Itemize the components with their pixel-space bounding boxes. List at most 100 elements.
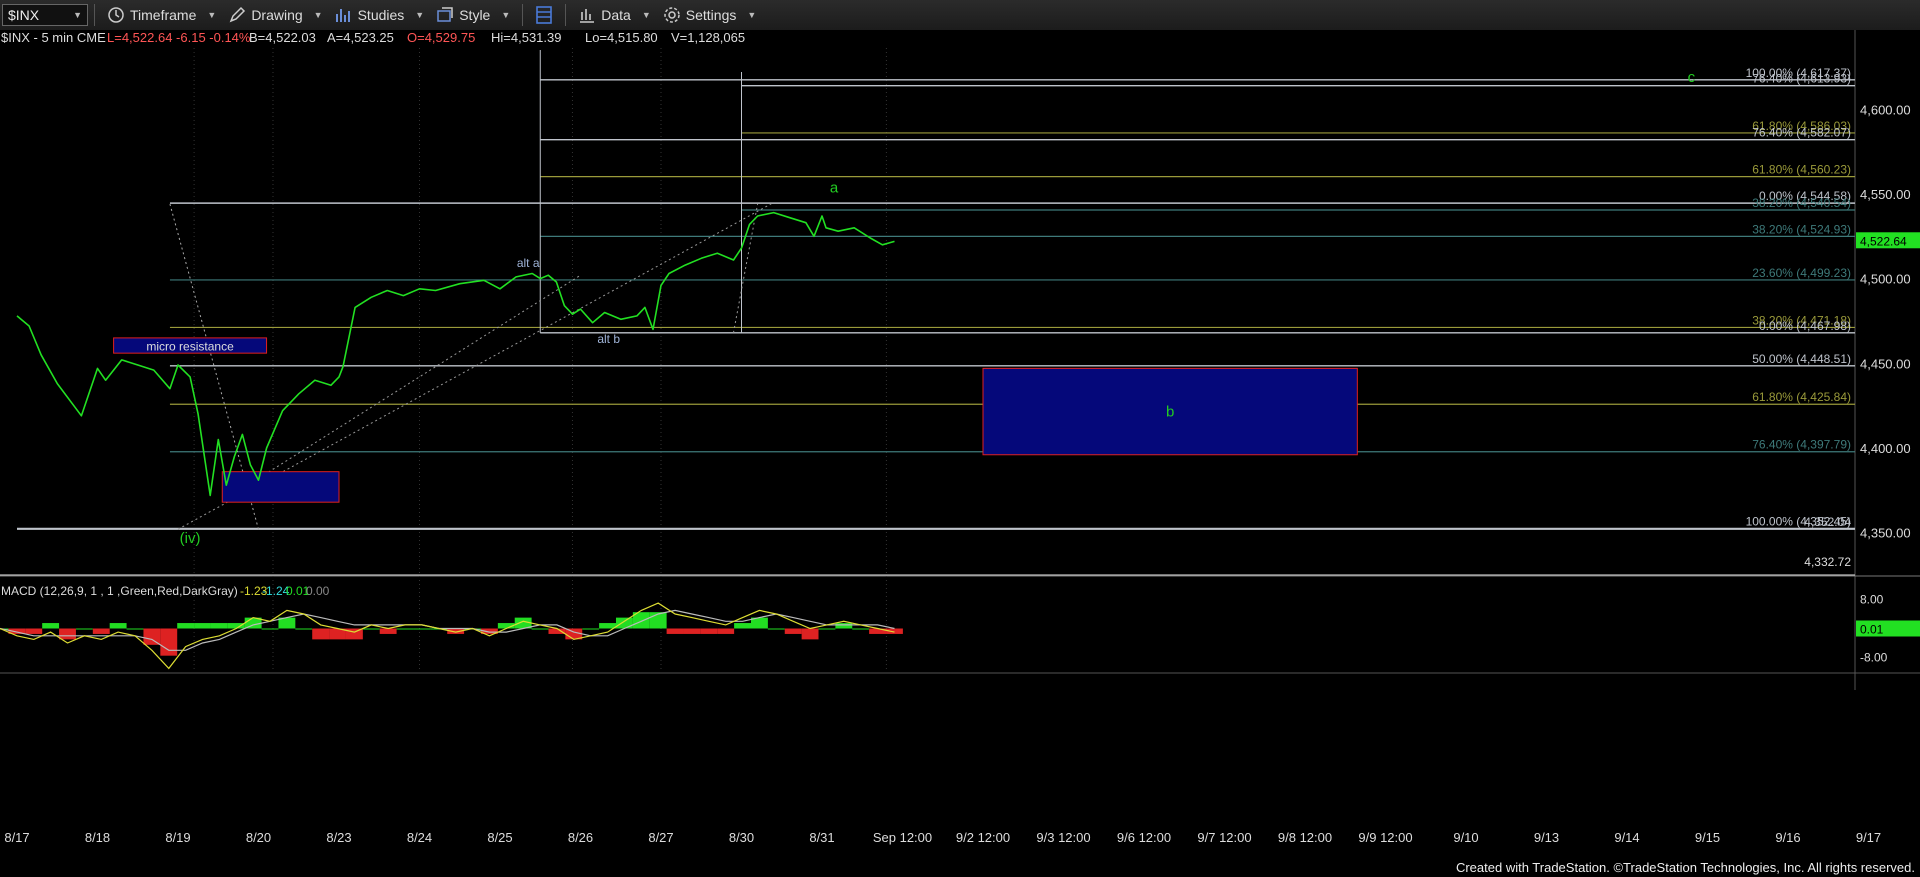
macd-histogram-bar (683, 628, 701, 634)
macd-histogram-bar (75, 628, 93, 630)
layout-button[interactable] (529, 3, 559, 27)
studies-button[interactable]: Studies ▼ (329, 3, 431, 27)
time-tick-label: 8/24 (407, 830, 432, 845)
price-tick-label: 4,400.00 (1860, 441, 1911, 456)
chevron-down-icon: ▼ (641, 10, 651, 20)
macd-histogram-bar (227, 623, 245, 629)
chevron-down-icon: ▼ (73, 10, 82, 20)
macd-histogram-bar (261, 628, 279, 630)
wave-annotation: (iv) (180, 530, 201, 547)
macd-histogram-bar (548, 628, 566, 634)
macd-histogram-bar (717, 628, 735, 634)
box-label: micro resistance (146, 340, 234, 354)
time-tick-label: 8/27 (648, 830, 673, 845)
chevron-down-icon: ▼ (747, 10, 757, 20)
footer-credit: Created with TradeStation. ©TradeStation… (1455, 860, 1915, 875)
time-tick-label: 8/23 (326, 830, 351, 845)
macd-histogram-bar (126, 628, 144, 630)
macd-value: 0.00 (306, 584, 330, 598)
wave-annotation: alt b (597, 332, 620, 346)
macd-histogram-bar (396, 628, 414, 630)
time-tick-label: 8/18 (85, 830, 110, 845)
style-label: Style (459, 7, 491, 23)
macd-tick-label: 8.00 (1860, 593, 1884, 607)
fib-level-label: 76.40% (4,613.93) (1752, 72, 1851, 86)
fib-level-label: 76.40% (4,582.07) (1752, 126, 1851, 140)
macd-histogram-bar (582, 628, 600, 630)
settings-button[interactable]: Settings ▼ (657, 3, 763, 27)
header-high: Hi=4,531.39 (491, 30, 561, 45)
drawing-label: Drawing (251, 7, 303, 23)
macd-histogram-bar (92, 628, 110, 634)
symbol-input[interactable]: $INX ▼ (2, 4, 88, 26)
style-button[interactable]: Style ▼ (430, 3, 516, 27)
time-tick-label: 8/17 (4, 830, 29, 845)
macd-histogram-bar (413, 628, 431, 630)
macd-histogram-bar (194, 623, 211, 629)
wave-annotation: c (1688, 69, 1696, 86)
chevron-down-icon: ▼ (415, 10, 425, 20)
fib-level-label: 50.00% (4,448.51) (1752, 352, 1851, 366)
symbol-value: $INX (8, 7, 40, 23)
macd-histogram-bar (210, 623, 228, 629)
wave-label: b (1166, 404, 1174, 421)
current-price-label: 4,522.64 (1860, 234, 1907, 248)
macd-histogram-bar (362, 628, 380, 630)
macd-histogram-bar (312, 628, 330, 640)
time-tick-label: 9/17 (1856, 830, 1881, 845)
time-tick-label: 8/20 (246, 830, 271, 845)
bar-chart-icon (578, 6, 596, 24)
fib-level-label: 61.80% (4,425.84) (1752, 390, 1851, 404)
timeframe-button[interactable]: Timeframe ▼ (101, 3, 222, 27)
macd-histogram-bar (109, 623, 127, 629)
fib-level-label: 38.20% (4,540.54) (1752, 196, 1851, 210)
time-tick-label: 9/3 12:00 (1036, 830, 1090, 845)
macd-histogram-bar (835, 623, 853, 629)
chevron-down-icon: ▼ (207, 10, 217, 20)
style-icon (436, 6, 454, 24)
macd-histogram-bar (379, 628, 397, 634)
macd-histogram-bar (767, 628, 785, 630)
fib-level-label: 4,352.04 (1804, 515, 1851, 529)
time-tick-label: 8/25 (487, 830, 512, 845)
macd-histogram-bar (25, 628, 43, 634)
low-price-label: 4,332.72 (1804, 555, 1851, 569)
fib-level-label: 23.60% (4,499.23) (1752, 266, 1851, 280)
header-volume: V=1,128,065 (671, 30, 745, 45)
chevron-down-icon: ▼ (313, 10, 323, 20)
macd-histogram-bar (160, 628, 178, 656)
time-tick-label: 8/31 (809, 830, 834, 845)
time-tick-label: 9/6 12:00 (1117, 830, 1171, 845)
layout-icon (535, 5, 553, 25)
macd-histogram-bar (801, 628, 819, 640)
price-chart[interactable]: $INX - 5 min CME L=4,522.64 -6.15 -0.14%B… (0, 30, 1920, 877)
macd-histogram-bar (818, 628, 836, 630)
macd-histogram-bar (700, 628, 718, 634)
macd-histogram-bar (143, 628, 161, 645)
time-tick-label: Sep 12:00 (873, 830, 932, 845)
fib-level-label: 61.80% (4,560.23) (1752, 163, 1851, 177)
chart-background (0, 30, 1920, 877)
time-tick-label: 9/13 (1534, 830, 1559, 845)
clock-icon (107, 6, 125, 24)
timeframe-label: Timeframe (130, 7, 197, 23)
macd-current-label: 0.01 (1860, 623, 1884, 637)
macd-histogram-bar (59, 628, 76, 640)
price-tick-label: 4,450.00 (1860, 356, 1911, 371)
toolbar-divider (565, 4, 567, 26)
time-tick-label: 9/14 (1614, 830, 1639, 845)
data-button[interactable]: Data ▼ (572, 3, 657, 27)
time-tick-label: 9/16 (1775, 830, 1800, 845)
drawing-button[interactable]: Drawing ▼ (222, 3, 328, 27)
macd-histogram-bar (531, 628, 549, 630)
gear-icon (663, 6, 681, 24)
macd-histogram-bar (666, 628, 684, 634)
time-tick-label: 9/7 12:00 (1197, 830, 1251, 845)
header-symbol_info: $INX - 5 min CME (1, 30, 106, 45)
macd-histogram-bar (734, 623, 752, 629)
price-tick-label: 4,550.00 (1860, 187, 1911, 202)
toolbar-divider (94, 4, 95, 26)
data-label: Data (601, 7, 631, 23)
time-tick-label: 8/26 (568, 830, 593, 845)
wave-annotation: alt a (517, 256, 540, 270)
